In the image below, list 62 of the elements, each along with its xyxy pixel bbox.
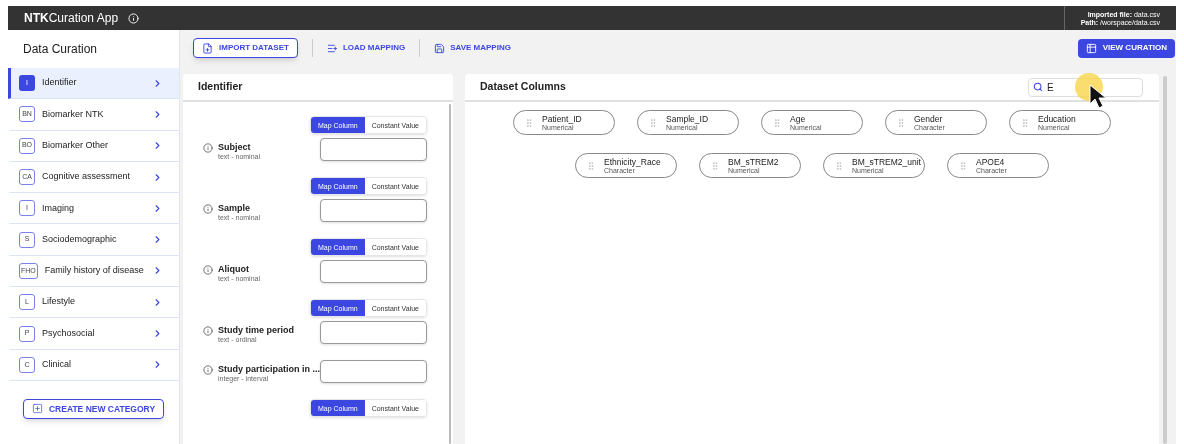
category-label: Family history of disease <box>44 264 145 278</box>
field-label: Study participation in ... <box>218 364 320 375</box>
column-name: Ethnicity_Race <box>604 156 661 167</box>
sidebar-title: Data Curation <box>23 41 98 58</box>
drag-handle-icon[interactable] <box>648 117 658 128</box>
column-name: APOE4 <box>976 156 1006 167</box>
field-label: Study time period <box>218 325 294 336</box>
drag-handle-icon[interactable] <box>834 160 844 171</box>
input-field[interactable] <box>320 199 427 222</box>
category-label: Lifestyle <box>42 295 77 309</box>
drag-handle-icon[interactable] <box>772 117 782 128</box>
info-icon <box>203 204 213 214</box>
input-field[interactable] <box>320 321 427 344</box>
field-label: Sample <box>218 203 251 214</box>
category-label: Cognitive assessment <box>42 170 132 184</box>
scrollbar[interactable] <box>1163 76 1167 444</box>
field-label: Aliquot <box>218 264 250 275</box>
input-field[interactable] <box>320 260 427 283</box>
category-label: Identifier <box>42 76 78 90</box>
drag-handle-icon[interactable] <box>1020 117 1030 128</box>
save-icon <box>434 42 446 54</box>
info-icon <box>203 265 213 275</box>
column-name: BM_sTREM2_unit <box>852 156 921 167</box>
category-label: Psychosocial <box>42 326 96 340</box>
drag-handle-icon[interactable] <box>524 117 534 128</box>
load-mapping-button[interactable]: LOAD MAPPING <box>326 42 406 54</box>
panel-title: Dataset Columns <box>480 79 567 95</box>
input-field[interactable] <box>320 138 427 161</box>
save-mapping-button[interactable]: SAVE MAPPING <box>434 42 511 54</box>
column-name: Age <box>790 113 806 124</box>
import-dataset-button[interactable]: IMPORT DATASET <box>193 38 298 58</box>
panel-title: Identifier <box>198 79 243 95</box>
create-category-button[interactable]: CREATE NEW CATEGORY <box>22 398 165 419</box>
column-name: BM_sTREM2 <box>728 156 779 167</box>
category-label: Clinical <box>42 358 72 372</box>
view-curation-button[interactable]: VIEW CURATION <box>1077 38 1175 58</box>
list-icon <box>326 42 338 54</box>
app-title: NTKCuration App <box>24 10 119 27</box>
info-icon <box>203 365 213 375</box>
category-label: Imaging <box>42 201 76 215</box>
drag-handle-icon[interactable] <box>896 117 906 128</box>
column-name: Gender <box>914 113 944 124</box>
category-label: Biomarker NTK <box>42 107 105 121</box>
column-name: Education <box>1038 113 1076 124</box>
info-icon[interactable] <box>128 12 140 24</box>
search-icon <box>1033 82 1043 92</box>
input-field[interactable] <box>320 360 427 383</box>
search-value: E <box>1047 80 1054 95</box>
scrollbar[interactable] <box>449 104 451 444</box>
file-icon <box>202 42 213 54</box>
column-name: Sample_ID <box>666 113 709 124</box>
category-label: Biomarker Other <box>42 139 110 152</box>
category-label: Sociodemographic <box>42 232 118 246</box>
drag-handle-icon[interactable] <box>586 160 596 171</box>
field-label: Subject <box>218 142 252 153</box>
info-icon <box>203 143 213 153</box>
info-icon <box>203 326 213 336</box>
drag-handle-icon[interactable] <box>958 160 968 171</box>
plus-square-icon <box>31 403 43 415</box>
table-icon <box>1085 42 1097 54</box>
drag-handle-icon[interactable] <box>710 160 720 171</box>
column-name: Patient_ID <box>542 113 582 124</box>
